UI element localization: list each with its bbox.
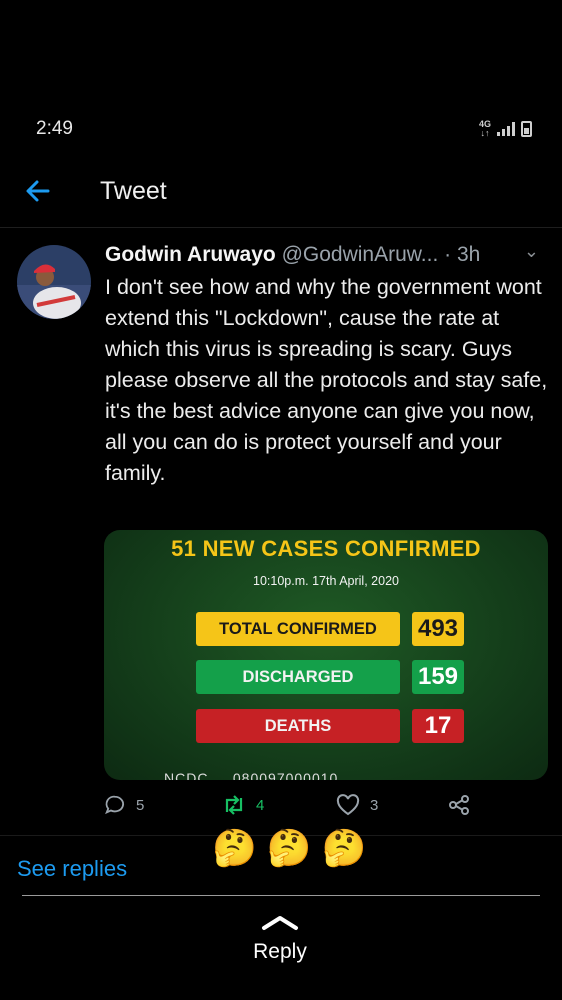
network-icon: 4G ↓↑ (478, 119, 491, 138)
author-name[interactable]: Godwin Aruwayo (105, 243, 276, 266)
reply-label: Reply (253, 940, 307, 963)
like-count: 3 (370, 796, 379, 814)
like-action[interactable]: 3 (336, 794, 378, 816)
network-label: 4G (478, 119, 491, 129)
chevron-down-icon[interactable]: ⌄ (524, 241, 539, 262)
divider (22, 895, 540, 896)
avatar[interactable] (17, 245, 91, 319)
stat-label-total: TOTAL CONFIRMED (196, 612, 400, 646)
chevron-up-icon (262, 916, 298, 930)
author-handle[interactable]: @GodwinAruw... (282, 243, 439, 266)
page-title: Tweet (100, 177, 167, 205)
reply-action[interactable]: 5 (104, 794, 144, 816)
share-action[interactable] (448, 794, 470, 816)
tweet-author-line: Godwin Aruwayo @GodwinAruw... · 3h ⌄ (105, 241, 545, 267)
signal-icon (497, 122, 515, 136)
reply-count: 5 (136, 796, 145, 814)
share-icon (449, 795, 469, 815)
retweet-count: 4 (256, 796, 265, 814)
back-arrow-icon[interactable] (24, 177, 56, 209)
thinking-face-emoji: 🤔 (321, 827, 367, 868)
stat-label-deaths: DEATHS (196, 709, 400, 743)
stat-value-discharged: 159 (412, 660, 464, 694)
status-icons: 4G ↓↑ (479, 120, 532, 138)
tweet-media-image[interactable]: 51 NEW CASES CONFIRMED 10:10p.m. 17th Ap… (104, 530, 548, 780)
retweet-icon (225, 795, 243, 815)
stat-label-discharged: DISCHARGED (196, 660, 400, 694)
stat-value-total: 493 (412, 612, 464, 646)
media-footer-text: NCDC ... 080097000010 (164, 770, 339, 780)
status-time: 2:49 (36, 118, 73, 139)
heart-icon (336, 794, 360, 816)
header-bar: Tweet (0, 165, 562, 228)
stat-value-deaths: 17 (412, 709, 464, 743)
thinking-face-emoji: 🤔 (212, 827, 257, 868)
thinking-face-emoji: 🤔 (266, 827, 312, 868)
tweet-text: I don't see how and why the government w… (105, 275, 548, 485)
reply-button[interactable]: Reply (230, 915, 330, 964)
retweet-action[interactable]: 4 (222, 794, 264, 816)
media-headline: 51 NEW CASES CONFIRMED (171, 536, 481, 561)
see-replies-link[interactable]: See replies (17, 856, 127, 882)
emoji-reactions: 🤔 🤔 🤔 (212, 826, 366, 870)
comment-icon (105, 795, 124, 815)
tweet-actions: 5 4 3 (104, 794, 504, 822)
tweet-timestamp: · 3h (444, 243, 481, 266)
media-date: 10:10p.m. 17th April, 2020 (253, 574, 399, 588)
battery-icon (521, 121, 532, 137)
